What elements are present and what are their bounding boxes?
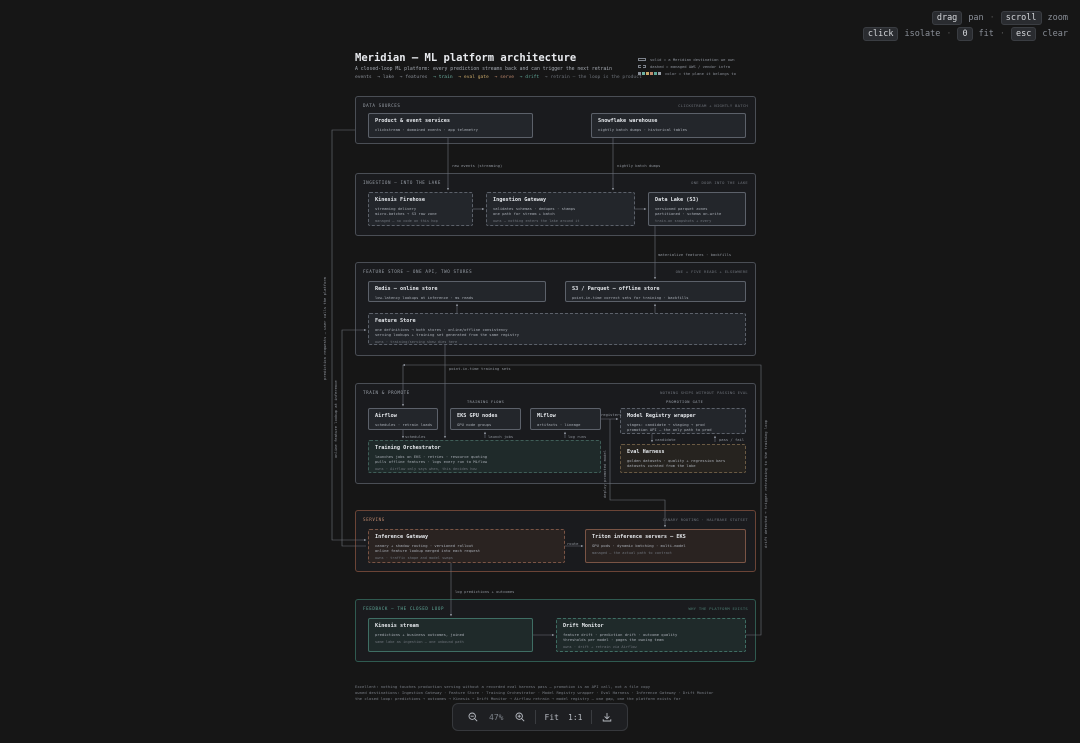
edge-online-lookup: [341, 328, 367, 547]
edge-layer: [331, 129, 762, 637]
label-raw-events: raw events (streaming): [452, 163, 503, 168]
label-launch-jobs: launch jobs: [488, 434, 514, 439]
footer-notes: Excellent: nothing touches production se…: [355, 684, 713, 702]
label-point-in-time: point-in-time training sets: [449, 366, 511, 371]
toolbar-divider: [535, 710, 537, 724]
zoom-out-icon: [468, 712, 478, 722]
footer-line: the closed loop: predictions → outcomes …: [355, 696, 681, 701]
zoom-in-button[interactable]: [512, 707, 528, 727]
label-pass-fail: pass / fail: [719, 437, 745, 442]
label-deploy: deploy promoted model: [602, 449, 607, 498]
diagram-canvas[interactable]: Meridian — ML platform architecture A cl…: [0, 0, 1080, 743]
label-route: route: [567, 541, 579, 546]
zoom-out-button[interactable]: [465, 707, 481, 727]
fit-button[interactable]: Fit: [544, 707, 560, 727]
edge-drift-retrain: [402, 363, 762, 636]
zoom-in-icon: [515, 712, 525, 722]
label-online-lookup: online feature lookup at inference: [333, 380, 338, 458]
label-drift-trigger: drift detected → trigger retraining to t…: [763, 419, 768, 548]
download-icon: [603, 713, 612, 722]
label-log-runs: log runs: [568, 434, 587, 439]
actual-size-button[interactable]: 1:1: [567, 707, 583, 727]
label-candidate: candidate: [655, 437, 676, 442]
edge-deploy: [609, 419, 667, 528]
edge-prediction-requests: [331, 129, 367, 542]
label-log-predictions: log predictions + outcomes: [455, 589, 515, 594]
label-schedules: schedules: [405, 434, 426, 439]
download-button[interactable]: [599, 707, 615, 727]
label-nightly-batch: nightly batch dumps: [617, 163, 661, 168]
label-registers: registers: [601, 412, 622, 417]
zoom-toolbar: 47% Fit 1:1: [452, 703, 628, 731]
toolbar-divider: [590, 710, 592, 724]
zoom-level: 47%: [489, 712, 504, 722]
label-materialize: materialize features · backfills: [658, 252, 732, 257]
label-prediction-requests: prediction requests — user calls the pla…: [322, 277, 327, 380]
